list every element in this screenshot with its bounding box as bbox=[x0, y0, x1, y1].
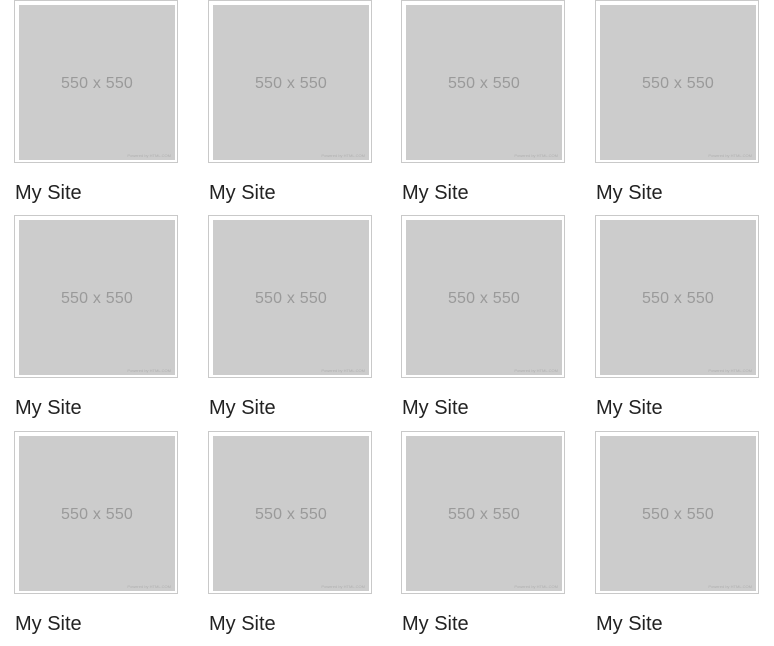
site-title-link[interactable]: My Site bbox=[596, 396, 663, 420]
placeholder-credit: Powered by HTML.COM bbox=[708, 584, 752, 589]
placeholder-dimensions: 550 x 550 bbox=[254, 290, 328, 307]
placeholder-image: 550 x 550 Powered by HTML.COM bbox=[600, 436, 756, 591]
placeholder-dimensions: 550 x 550 bbox=[254, 75, 328, 92]
site-thumbnail[interactable]: 550 x 550 Powered by HTML.COM bbox=[595, 215, 759, 378]
site-thumbnail[interactable]: 550 x 550 Powered by HTML.COM bbox=[401, 0, 565, 163]
placeholder-credit: Powered by HTML.COM bbox=[127, 584, 171, 589]
site-title-link[interactable]: My Site bbox=[15, 181, 82, 205]
site-thumbnail[interactable]: 550 x 550 Powered by HTML.COM bbox=[208, 0, 372, 163]
placeholder-credit: Powered by HTML.COM bbox=[127, 153, 171, 158]
site-thumbnail[interactable]: 550 x 550 Powered by HTML.COM bbox=[595, 431, 759, 594]
site-thumbnail[interactable]: 550 x 550 Powered by HTML.COM bbox=[401, 215, 565, 378]
placeholder-image: 550 x 550 Powered by HTML.COM bbox=[19, 5, 175, 160]
placeholder-dimensions: 550 x 550 bbox=[60, 506, 134, 523]
placeholder-image: 550 x 550 Powered by HTML.COM bbox=[406, 436, 562, 591]
site-thumbnail[interactable]: 550 x 550 Powered by HTML.COM bbox=[595, 0, 759, 163]
site-thumbnail[interactable]: 550 x 550 Powered by HTML.COM bbox=[401, 431, 565, 594]
placeholder-dimensions: 550 x 550 bbox=[254, 506, 328, 523]
placeholder-credit: Powered by HTML.COM bbox=[321, 368, 365, 373]
site-title-link[interactable]: My Site bbox=[209, 181, 276, 205]
site-title-link[interactable]: My Site bbox=[209, 396, 276, 420]
placeholder-credit: Powered by HTML.COM bbox=[321, 584, 365, 589]
site-grid: 550 x 550 Powered by HTML.COM My Site 55… bbox=[0, 0, 774, 646]
placeholder-image: 550 x 550 Powered by HTML.COM bbox=[19, 220, 175, 375]
placeholder-credit: Powered by HTML.COM bbox=[514, 153, 558, 158]
placeholder-image: 550 x 550 Powered by HTML.COM bbox=[600, 5, 756, 160]
site-title-link[interactable]: My Site bbox=[402, 396, 469, 420]
placeholder-credit: Powered by HTML.COM bbox=[127, 368, 171, 373]
site-thumbnail[interactable]: 550 x 550 Powered by HTML.COM bbox=[14, 431, 178, 594]
placeholder-credit: Powered by HTML.COM bbox=[708, 153, 752, 158]
placeholder-image: 550 x 550 Powered by HTML.COM bbox=[213, 5, 369, 160]
placeholder-dimensions: 550 x 550 bbox=[60, 290, 134, 307]
placeholder-image: 550 x 550 Powered by HTML.COM bbox=[406, 5, 562, 160]
placeholder-dimensions: 550 x 550 bbox=[447, 75, 521, 92]
site-thumbnail[interactable]: 550 x 550 Powered by HTML.COM bbox=[208, 431, 372, 594]
placeholder-dimensions: 550 x 550 bbox=[447, 506, 521, 523]
site-thumbnail[interactable]: 550 x 550 Powered by HTML.COM bbox=[14, 215, 178, 378]
site-title-link[interactable]: My Site bbox=[596, 612, 663, 636]
site-title-link[interactable]: My Site bbox=[15, 612, 82, 636]
site-title-link[interactable]: My Site bbox=[209, 612, 276, 636]
site-title-link[interactable]: My Site bbox=[15, 396, 82, 420]
placeholder-dimensions: 550 x 550 bbox=[641, 75, 715, 92]
site-title-link[interactable]: My Site bbox=[596, 181, 663, 205]
placeholder-image: 550 x 550 Powered by HTML.COM bbox=[213, 436, 369, 591]
placeholder-dimensions: 550 x 550 bbox=[447, 290, 521, 307]
site-thumbnail[interactable]: 550 x 550 Powered by HTML.COM bbox=[208, 215, 372, 378]
placeholder-image: 550 x 550 Powered by HTML.COM bbox=[213, 220, 369, 375]
placeholder-credit: Powered by HTML.COM bbox=[514, 368, 558, 373]
placeholder-image: 550 x 550 Powered by HTML.COM bbox=[600, 220, 756, 375]
placeholder-dimensions: 550 x 550 bbox=[60, 75, 134, 92]
placeholder-credit: Powered by HTML.COM bbox=[708, 368, 752, 373]
site-title-link[interactable]: My Site bbox=[402, 181, 469, 205]
placeholder-dimensions: 550 x 550 bbox=[641, 290, 715, 307]
site-title-link[interactable]: My Site bbox=[402, 612, 469, 636]
placeholder-image: 550 x 550 Powered by HTML.COM bbox=[19, 436, 175, 591]
placeholder-credit: Powered by HTML.COM bbox=[321, 153, 365, 158]
placeholder-dimensions: 550 x 550 bbox=[641, 506, 715, 523]
site-thumbnail[interactable]: 550 x 550 Powered by HTML.COM bbox=[14, 0, 178, 163]
placeholder-image: 550 x 550 Powered by HTML.COM bbox=[406, 220, 562, 375]
placeholder-credit: Powered by HTML.COM bbox=[514, 584, 558, 589]
